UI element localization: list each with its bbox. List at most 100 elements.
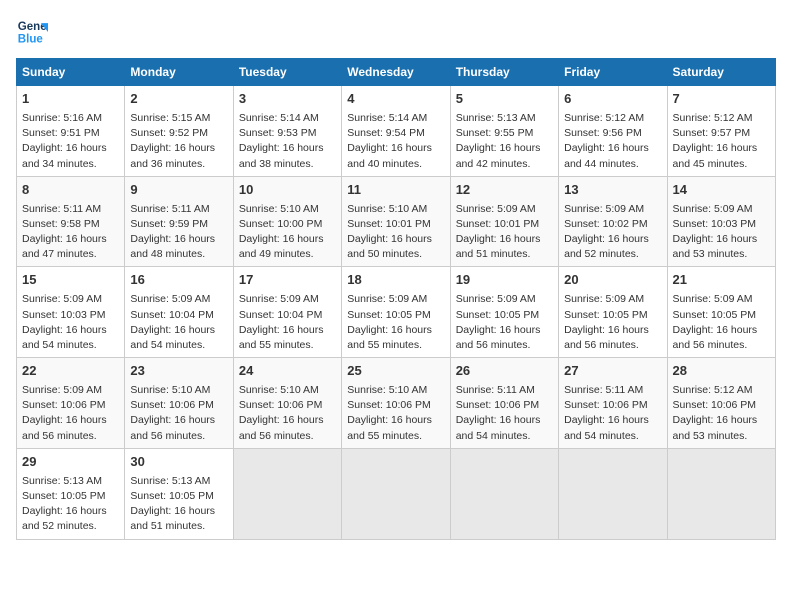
calendar-cell: 5Sunrise: 5:13 AMSunset: 9:55 PMDaylight… bbox=[450, 86, 558, 177]
day-number: 3 bbox=[239, 90, 336, 109]
weekday-header-sunday: Sunday bbox=[17, 59, 125, 86]
day-info: Sunrise: 5:11 AM bbox=[22, 202, 119, 217]
day-info: Sunrise: 5:09 AM bbox=[22, 292, 119, 307]
calendar-cell bbox=[450, 448, 558, 539]
day-info: and 55 minutes. bbox=[347, 338, 444, 353]
day-info: and 34 minutes. bbox=[22, 157, 119, 172]
calendar-week-row: 8Sunrise: 5:11 AMSunset: 9:58 PMDaylight… bbox=[17, 176, 776, 267]
day-info: and 56 minutes. bbox=[130, 429, 227, 444]
day-number: 20 bbox=[564, 271, 661, 290]
calendar-week-row: 1Sunrise: 5:16 AMSunset: 9:51 PMDaylight… bbox=[17, 86, 776, 177]
day-info: Sunset: 10:01 PM bbox=[347, 217, 444, 232]
calendar-cell: 23Sunrise: 5:10 AMSunset: 10:06 PMDaylig… bbox=[125, 358, 233, 449]
calendar-cell: 16Sunrise: 5:09 AMSunset: 10:04 PMDaylig… bbox=[125, 267, 233, 358]
day-number: 13 bbox=[564, 181, 661, 200]
day-number: 19 bbox=[456, 271, 553, 290]
day-info: Sunset: 10:05 PM bbox=[347, 308, 444, 323]
weekday-header-thursday: Thursday bbox=[450, 59, 558, 86]
day-number: 24 bbox=[239, 362, 336, 381]
calendar-cell: 26Sunrise: 5:11 AMSunset: 10:06 PMDaylig… bbox=[450, 358, 558, 449]
day-info: Sunset: 9:58 PM bbox=[22, 217, 119, 232]
calendar-cell: 24Sunrise: 5:10 AMSunset: 10:06 PMDaylig… bbox=[233, 358, 341, 449]
day-number: 10 bbox=[239, 181, 336, 200]
calendar-cell: 21Sunrise: 5:09 AMSunset: 10:05 PMDaylig… bbox=[667, 267, 775, 358]
day-info: Sunset: 9:52 PM bbox=[130, 126, 227, 141]
day-number: 8 bbox=[22, 181, 119, 200]
day-info: and 40 minutes. bbox=[347, 157, 444, 172]
day-info: Daylight: 16 hours bbox=[22, 413, 119, 428]
calendar-cell: 2Sunrise: 5:15 AMSunset: 9:52 PMDaylight… bbox=[125, 86, 233, 177]
calendar-cell: 20 Sunrise: 5:09 AMSunset: 10:05 PMDaylig… bbox=[559, 267, 667, 358]
day-info: Sunrise: 5:14 AM bbox=[239, 111, 336, 126]
day-info: and 56 minutes. bbox=[22, 429, 119, 444]
day-number: 16 bbox=[130, 271, 227, 290]
day-info: and 42 minutes. bbox=[456, 157, 553, 172]
weekday-header-saturday: Saturday bbox=[667, 59, 775, 86]
day-info: Sunrise: 5:10 AM bbox=[239, 383, 336, 398]
calendar-cell bbox=[559, 448, 667, 539]
calendar-cell: 7Sunrise: 5:12 AMSunset: 9:57 PMDaylight… bbox=[667, 86, 775, 177]
day-number: 4 bbox=[347, 90, 444, 109]
day-info: and 49 minutes. bbox=[239, 247, 336, 262]
calendar-cell: 28Sunrise: 5:12 AMSunset: 10:06 PMDaylig… bbox=[667, 358, 775, 449]
day-info: Daylight: 16 hours bbox=[22, 323, 119, 338]
day-info: Sunrise: 5:11 AM bbox=[130, 202, 227, 217]
day-info: Sunrise: 5:12 AM bbox=[564, 111, 661, 126]
day-number: 14 bbox=[673, 181, 770, 200]
day-info: Sunset: 10:06 PM bbox=[347, 398, 444, 413]
day-info: Daylight: 16 hours bbox=[130, 504, 227, 519]
day-info: Sunset: 10:06 PM bbox=[22, 398, 119, 413]
day-number: 17 bbox=[239, 271, 336, 290]
logo: General Blue bbox=[16, 16, 52, 48]
day-info: Sunset: 10:03 PM bbox=[22, 308, 119, 323]
day-info: Sunrise: 5:16 AM bbox=[22, 111, 119, 126]
day-info: and 48 minutes. bbox=[130, 247, 227, 262]
day-info: Sunrise: 5:15 AM bbox=[130, 111, 227, 126]
svg-text:General: General bbox=[18, 21, 48, 33]
calendar-cell: 13Sunrise: 5:09 AMSunset: 10:02 PMDaylig… bbox=[559, 176, 667, 267]
weekday-header-tuesday: Tuesday bbox=[233, 59, 341, 86]
day-info: Sunset: 9:57 PM bbox=[673, 126, 770, 141]
day-info: and 52 minutes. bbox=[564, 247, 661, 262]
day-info: Sunset: 10:06 PM bbox=[564, 398, 661, 413]
day-info: Sunset: 10:05 PM bbox=[22, 489, 119, 504]
day-number: 2 bbox=[130, 90, 227, 109]
day-info: Sunset: 10:01 PM bbox=[456, 217, 553, 232]
day-number: 25 bbox=[347, 362, 444, 381]
day-info: Sunset: 10:05 PM bbox=[564, 308, 661, 323]
calendar-cell: 29Sunrise: 5:13 AMSunset: 10:05 PMDaylig… bbox=[17, 448, 125, 539]
day-info: and 55 minutes. bbox=[347, 429, 444, 444]
day-info: Sunrise: 5:12 AM bbox=[673, 111, 770, 126]
day-info: Daylight: 16 hours bbox=[239, 323, 336, 338]
day-info: Daylight: 16 hours bbox=[564, 323, 661, 338]
day-info: Daylight: 16 hours bbox=[673, 323, 770, 338]
day-info: Sunrise: 5:09 AM bbox=[673, 292, 770, 307]
day-info: Daylight: 16 hours bbox=[22, 504, 119, 519]
day-info: and 56 minutes. bbox=[564, 338, 661, 353]
day-info: Sunrise: 5:13 AM bbox=[22, 474, 119, 489]
calendar-cell: 27Sunrise: 5:11 AMSunset: 10:06 PMDaylig… bbox=[559, 358, 667, 449]
day-info: Daylight: 16 hours bbox=[239, 141, 336, 156]
day-info: Sunrise: 5:09 AM bbox=[564, 292, 661, 307]
day-number: 5 bbox=[456, 90, 553, 109]
day-info: and 54 minutes. bbox=[130, 338, 227, 353]
calendar-cell: 22Sunrise: 5:09 AMSunset: 10:06 PMDaylig… bbox=[17, 358, 125, 449]
calendar-week-row: 29Sunrise: 5:13 AMSunset: 10:05 PMDaylig… bbox=[17, 448, 776, 539]
day-info: Sunrise: 5:10 AM bbox=[347, 202, 444, 217]
calendar-cell bbox=[342, 448, 450, 539]
day-number: 11 bbox=[347, 181, 444, 200]
day-number: 23 bbox=[130, 362, 227, 381]
day-info: Daylight: 16 hours bbox=[22, 141, 119, 156]
day-number: 26 bbox=[456, 362, 553, 381]
day-info: Daylight: 16 hours bbox=[239, 232, 336, 247]
calendar-cell: 8 Sunrise: 5:11 AMSunset: 9:58 PMDaylight… bbox=[17, 176, 125, 267]
day-number: 15 bbox=[22, 271, 119, 290]
day-info: Sunset: 10:04 PM bbox=[239, 308, 336, 323]
day-info: Daylight: 16 hours bbox=[22, 232, 119, 247]
day-info: Daylight: 16 hours bbox=[130, 323, 227, 338]
day-info: Daylight: 16 hours bbox=[239, 413, 336, 428]
day-info: Daylight: 16 hours bbox=[564, 413, 661, 428]
day-info: Daylight: 16 hours bbox=[564, 232, 661, 247]
day-info: and 51 minutes. bbox=[456, 247, 553, 262]
calendar-cell: 14Sunrise: 5:09 AMSunset: 10:03 PMDaylig… bbox=[667, 176, 775, 267]
